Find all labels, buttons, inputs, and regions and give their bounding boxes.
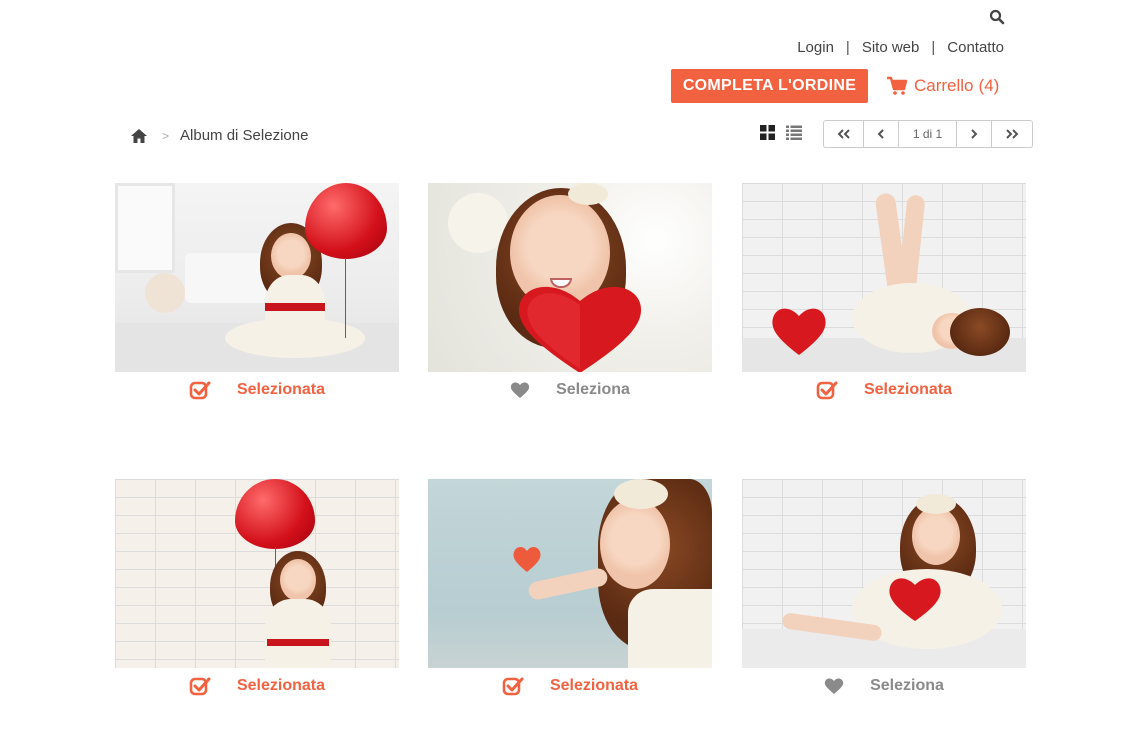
cart-link[interactable]: Carrello (4) bbox=[886, 72, 999, 100]
heart-icon bbox=[510, 382, 530, 398]
photo-card: Seleziona bbox=[428, 183, 712, 398]
last-page-icon bbox=[1006, 129, 1019, 139]
photo-card: Selezionata bbox=[115, 479, 399, 696]
first-page-icon bbox=[837, 129, 850, 139]
prev-page-icon bbox=[877, 129, 884, 139]
breadcrumb-current: Album di Selezione bbox=[180, 127, 309, 144]
nav-separator: | bbox=[845, 39, 850, 56]
photo-thumbnail[interactable] bbox=[115, 183, 399, 372]
top-nav: Login | Sito web | Contatto bbox=[797, 39, 1004, 56]
check-icon bbox=[816, 381, 838, 400]
select-label: Selezionata bbox=[236, 381, 326, 398]
photo-thumbnail[interactable] bbox=[742, 183, 1026, 372]
select-label: Selezionata bbox=[863, 381, 953, 398]
cart-count: (4) bbox=[978, 76, 1000, 95]
select-toggle[interactable]: Selezionata bbox=[115, 675, 399, 697]
photo-card: Selezionata bbox=[428, 479, 712, 696]
list-view-icon bbox=[786, 125, 802, 140]
select-label: Seleziona bbox=[556, 381, 630, 398]
cart-label: Carrello bbox=[914, 76, 974, 95]
last-page-button[interactable] bbox=[992, 121, 1032, 147]
search-button[interactable] bbox=[989, 9, 1007, 27]
breadcrumb-separator: > bbox=[162, 128, 170, 143]
select-label: Selezionata bbox=[236, 677, 326, 694]
check-icon bbox=[502, 677, 524, 696]
photo-thumbnail[interactable] bbox=[742, 479, 1026, 668]
cart-icon bbox=[887, 76, 908, 95]
select-toggle[interactable]: Seleziona bbox=[742, 675, 1026, 697]
page-info: 1 di 1 bbox=[899, 121, 957, 147]
photo-thumbnail[interactable] bbox=[115, 479, 399, 668]
pagination: 1 di 1 bbox=[823, 120, 1033, 148]
search-icon bbox=[989, 9, 1005, 25]
photo-thumbnail[interactable] bbox=[428, 479, 712, 668]
photo-card: Selezionata bbox=[115, 183, 399, 400]
website-link[interactable]: Sito web bbox=[862, 39, 920, 56]
complete-order-button[interactable]: COMPLETA L'ORDINE bbox=[671, 69, 868, 103]
select-label: Selezionata bbox=[549, 677, 639, 694]
photo-thumbnail[interactable] bbox=[428, 183, 712, 372]
contact-link[interactable]: Contatto bbox=[947, 39, 1004, 56]
select-toggle[interactable]: Selezionata bbox=[115, 379, 399, 401]
select-label: Seleziona bbox=[870, 677, 944, 694]
photo-card: Selezionata bbox=[742, 183, 1026, 400]
prev-page-button[interactable] bbox=[864, 121, 899, 147]
nav-separator: | bbox=[931, 39, 936, 56]
grid-view-icon bbox=[760, 125, 775, 140]
breadcrumb: > Album di Selezione bbox=[130, 127, 308, 144]
next-page-icon bbox=[971, 129, 978, 139]
next-page-button[interactable] bbox=[957, 121, 992, 147]
photo-card: Seleziona bbox=[742, 479, 1026, 694]
check-icon bbox=[189, 381, 211, 400]
select-toggle[interactable]: Selezionata bbox=[742, 379, 1026, 401]
select-toggle[interactable]: Seleziona bbox=[428, 379, 712, 401]
heart-icon bbox=[824, 678, 844, 694]
home-icon[interactable] bbox=[130, 128, 148, 144]
grid-view-button[interactable] bbox=[760, 125, 775, 140]
list-view-button[interactable] bbox=[786, 125, 802, 140]
check-icon bbox=[189, 677, 211, 696]
select-toggle[interactable]: Selezionata bbox=[428, 675, 712, 697]
first-page-button[interactable] bbox=[824, 121, 864, 147]
login-link[interactable]: Login bbox=[797, 39, 834, 56]
